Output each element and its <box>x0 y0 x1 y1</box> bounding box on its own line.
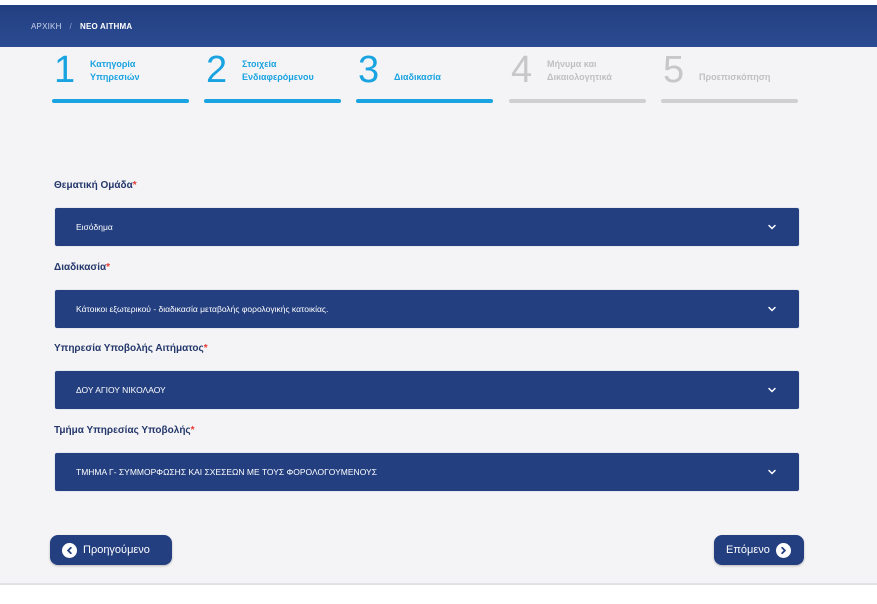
step-label-line1: Προεπισκόπηση <box>699 72 771 82</box>
breadcrumb: ΑΡΧΙΚΗ / ΝΕΟ ΑΙΤΗΜΑ <box>0 5 877 47</box>
step-label-line2: Ενδιαφερόμενου <box>242 72 314 82</box>
step-progress-bar <box>509 99 646 103</box>
step-label-line1: Κατηγορία <box>90 59 136 69</box>
step-3: 3 Διαδικασία <box>356 49 493 103</box>
step-label: Διαδικασία <box>394 71 441 84</box>
previous-button-label: Προηγούμενο <box>83 544 150 556</box>
thematic-group-label: Θεματική Ομάδα* <box>54 180 137 191</box>
arrow-left-circle-icon <box>62 542 77 558</box>
step-number: 3 <box>358 49 380 91</box>
step-2: 2 Στοιχεία Ενδιαφερόμενου <box>204 49 341 103</box>
chevron-down-icon <box>768 387 776 393</box>
step-label-line1: Στοιχεία <box>242 59 277 69</box>
arrow-right-circle-icon <box>775 542 791 558</box>
step-label: Κατηγορία Υπηρεσιών <box>90 58 140 84</box>
step-number: 2 <box>206 49 228 91</box>
divider <box>0 583 877 585</box>
next-button[interactable]: Επόμενο <box>714 535 804 565</box>
submission-service-select[interactable]: ΔΟΥ ΑΓΙΟΥ ΝΙΚΟΛΑΟΥ <box>54 370 800 410</box>
submission-service-label: Υπηρεσία Υποβολής Αιτήματος* <box>54 343 208 354</box>
step-number: 4 <box>511 49 533 91</box>
step-number: 1 <box>54 49 76 91</box>
step-label: Προεπισκόπηση <box>699 71 770 84</box>
required-mark: * <box>190 425 195 436</box>
required-mark: * <box>106 262 111 273</box>
step-label-line2: Δικαιολογητικά <box>547 72 612 82</box>
next-button-label: Επόμενο <box>726 544 770 556</box>
step-label-line2: Υπηρεσιών <box>90 72 140 82</box>
breadcrumb-separator: / <box>69 21 72 31</box>
step-label: Στοιχεία Ενδιαφερόμενου <box>242 58 314 84</box>
step-label-line1: Μήνυμα και <box>547 59 597 69</box>
chevron-down-icon <box>768 306 776 312</box>
procedure-label: Διαδικασία* <box>54 262 111 273</box>
previous-button[interactable]: Προηγούμενο <box>50 535 172 565</box>
service-department-label: Τμήμα Υπηρεσίας Υποβολής* <box>54 425 195 436</box>
select-value: ΤΜΗΜΑ Γ- ΣΥΜΜΟΡΦΩΣΗΣ ΚΑΙ ΣΧΕΣΕΩΝ ΜΕ ΤΟΥΣ… <box>76 467 377 477</box>
step-5: 5 Προεπισκόπηση <box>661 49 798 103</box>
progress-steps: 1 Κατηγορία Υπηρεσιών 2 Στοιχεία Ενδιαφε… <box>52 49 802 103</box>
required-mark: * <box>132 180 137 191</box>
step-progress-bar <box>204 99 341 103</box>
service-department-select[interactable]: ΤΜΗΜΑ Γ- ΣΥΜΜΟΡΦΩΣΗΣ ΚΑΙ ΣΧΕΣΕΩΝ ΜΕ ΤΟΥΣ… <box>54 452 800 492</box>
select-value: Κάτοικοι εξωτερικού - διαδικασία μεταβολ… <box>76 304 329 314</box>
step-4: 4 Μήνυμα και Δικαιολογητικά <box>509 49 646 103</box>
thematic-group-select[interactable]: Εισόδημα <box>54 207 800 247</box>
step-progress-bar <box>661 99 798 103</box>
step-number: 5 <box>663 49 685 91</box>
step-label-line1: Διαδικασία <box>394 72 441 82</box>
select-value: ΔΟΥ ΑΓΙΟΥ ΝΙΚΟΛΑΟΥ <box>76 385 166 395</box>
step-progress-bar <box>356 99 493 103</box>
breadcrumb-current: ΝΕΟ ΑΙΤΗΜΑ <box>79 21 133 31</box>
chevron-down-icon <box>768 469 776 475</box>
chevron-down-icon <box>768 224 776 230</box>
step-progress-bar <box>52 99 189 103</box>
required-mark: * <box>203 343 208 354</box>
procedure-select[interactable]: Κάτοικοι εξωτερικού - διαδικασία μεταβολ… <box>54 289 800 329</box>
step-label: Μήνυμα και Δικαιολογητικά <box>547 58 612 84</box>
select-value: Εισόδημα <box>76 222 113 232</box>
breadcrumb-home-link[interactable]: ΑΡΧΙΚΗ <box>31 22 62 31</box>
step-1: 1 Κατηγορία Υπηρεσιών <box>52 49 189 103</box>
